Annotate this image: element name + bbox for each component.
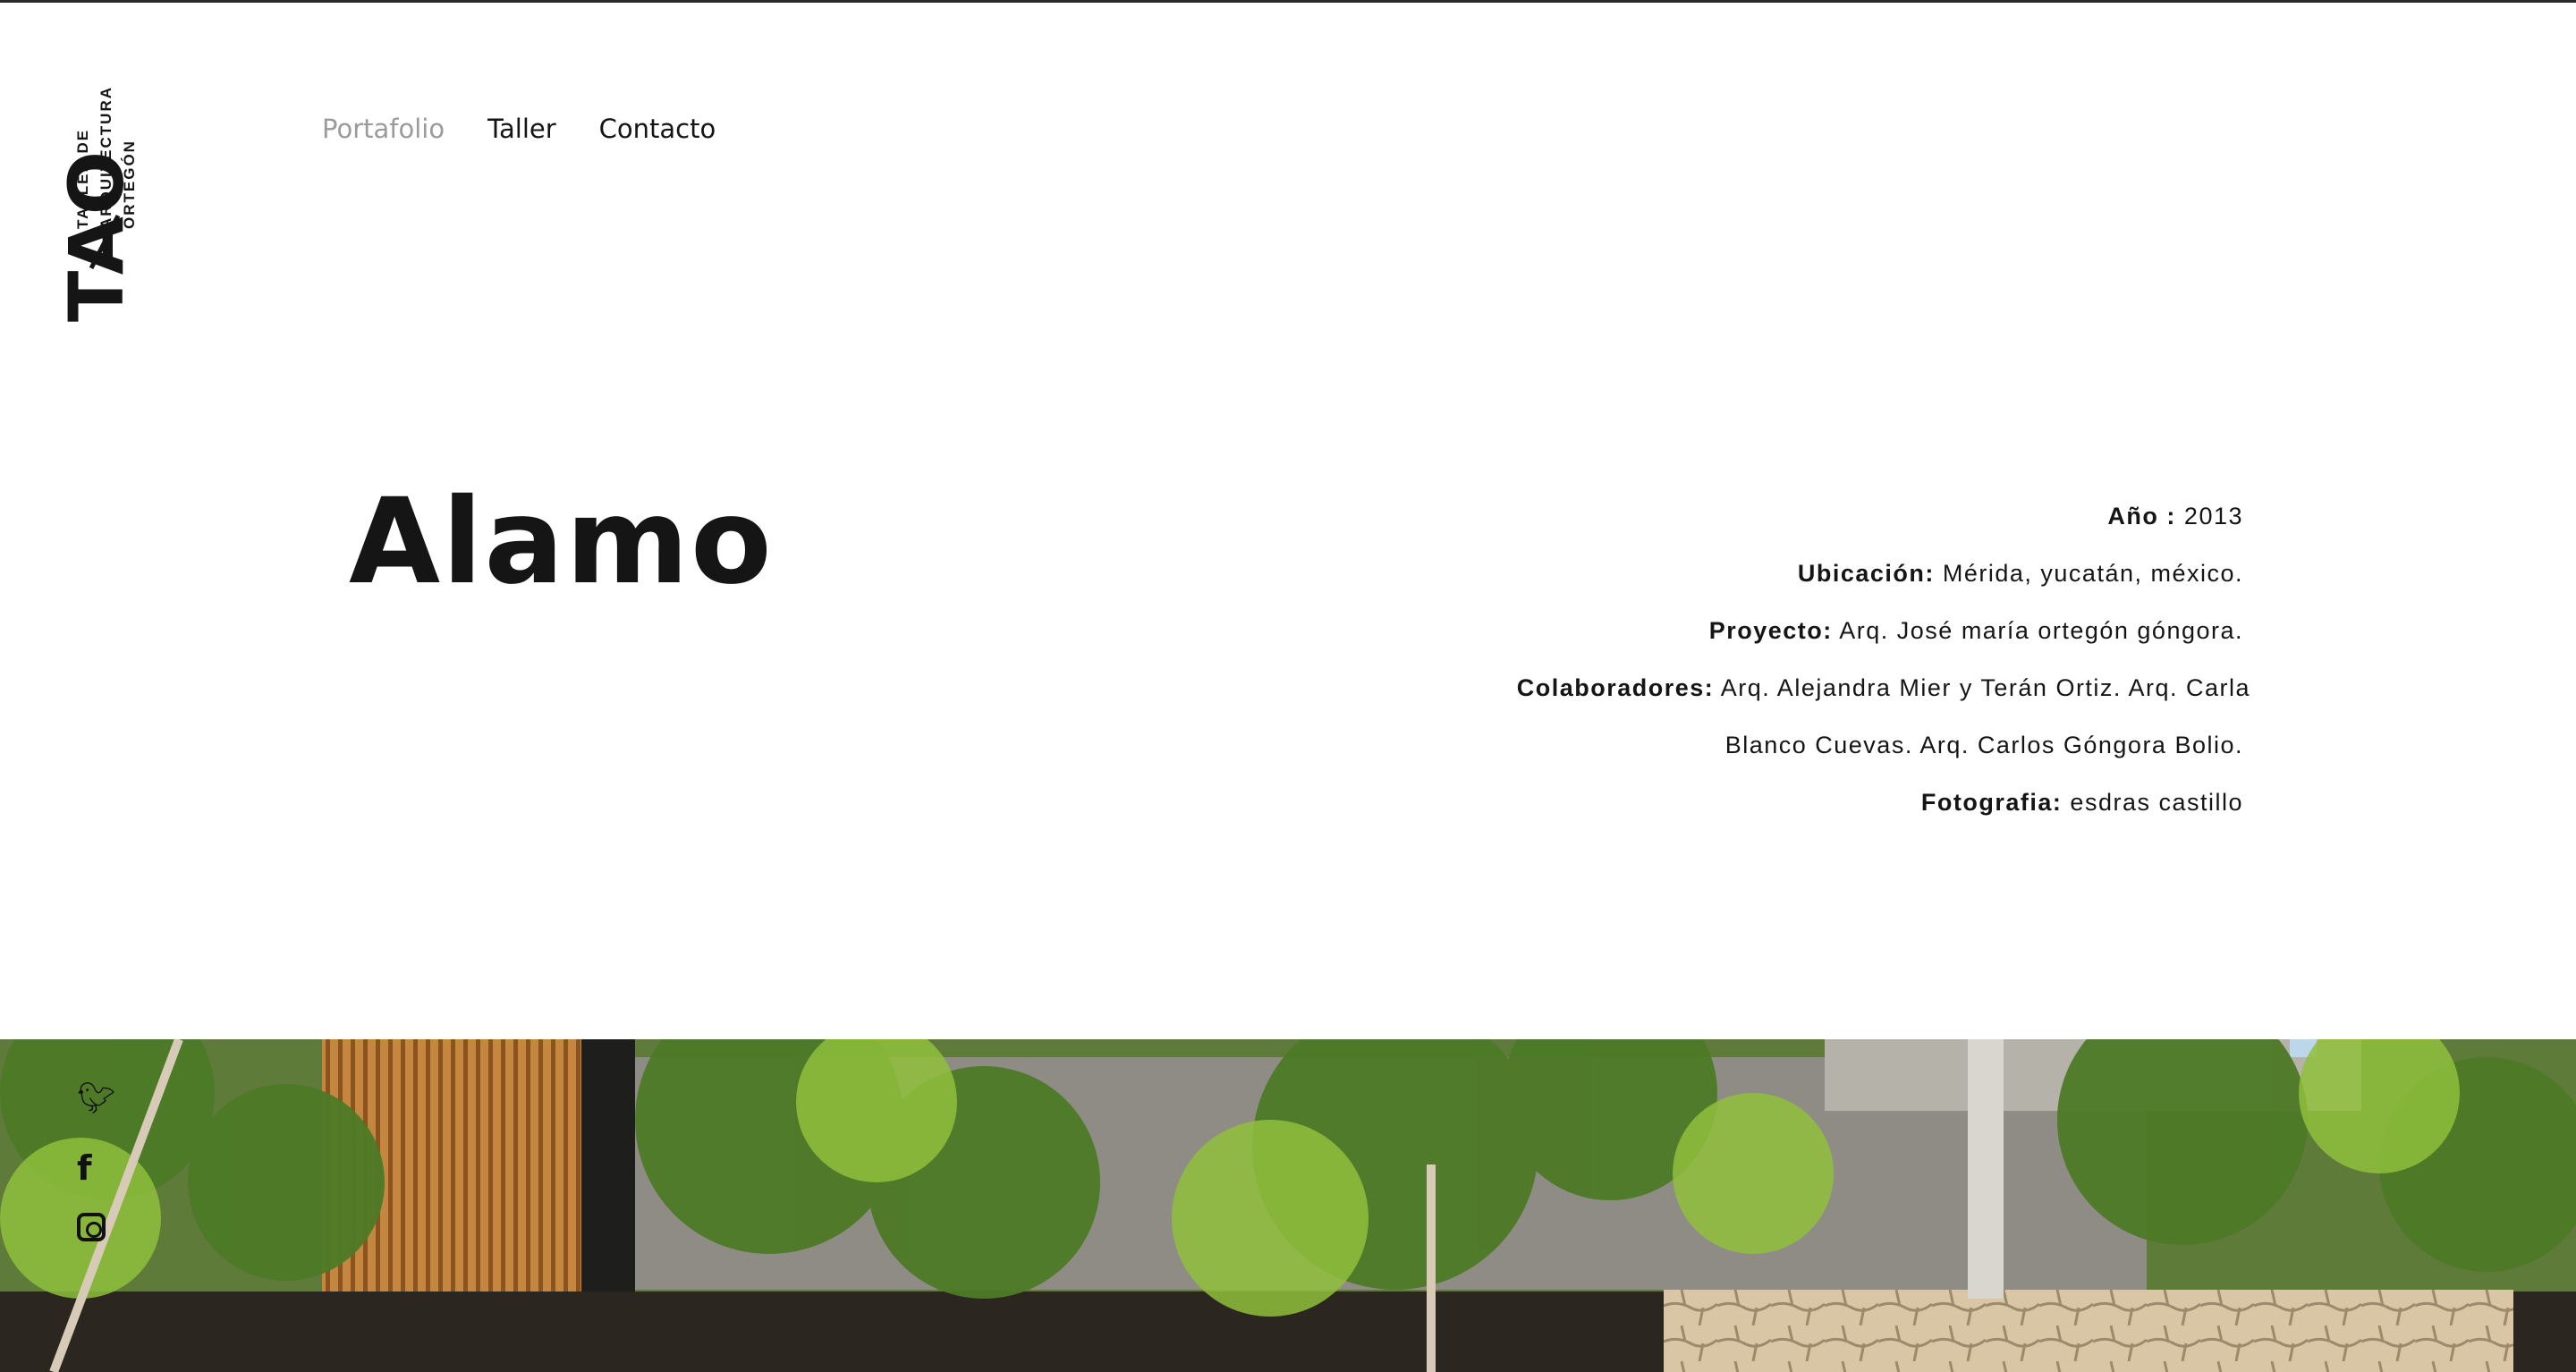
- hero-photo: [0, 1039, 2576, 1372]
- hero-photo-illustration: [0, 1039, 2576, 1372]
- logo-words: TALLER DE ARQUITECTURA ORTEGÓN: [72, 86, 141, 229]
- detail-location: Ubicación: Mérida, yucatán, méxico.: [1438, 545, 2243, 602]
- detail-location-value: Mérida, yucatán, méxico.: [1942, 560, 2243, 587]
- detail-year-label: Año :: [2107, 503, 2176, 529]
- site-logo[interactable]: TAO TALLER DE ARQUITECTURA ORTEGÓN: [53, 86, 145, 419]
- detail-year-value: 2013: [2183, 503, 2243, 529]
- detail-year: Año : 2013: [1438, 487, 2243, 545]
- nav-taller[interactable]: Taller: [487, 114, 556, 144]
- logo-word-1: TALLER DE: [74, 128, 91, 229]
- top-border: [0, 0, 2576, 3]
- logo-word-2: ARQUITECTURA: [97, 86, 114, 229]
- twitter-icon[interactable]: 🐦︎: [77, 1080, 115, 1116]
- nav-contacto[interactable]: Contacto: [599, 114, 716, 144]
- project-details: Año : 2013 Ubicación: Mérida, yucatán, m…: [1438, 487, 2250, 831]
- detail-photo: Fotografia: esdras castillo: [1438, 774, 2243, 831]
- nav-portafolio[interactable]: Portafolio: [322, 114, 445, 144]
- detail-project: Proyecto: Arq. José maría ortegón góngor…: [1438, 602, 2243, 659]
- detail-collaborators: Colaboradores: Arq. Alejandra Mier y Ter…: [1438, 659, 2250, 716]
- detail-collab-label: Colaboradores:: [1516, 674, 1715, 701]
- facebook-icon[interactable]: f: [77, 1148, 92, 1188]
- logo-word-3: ORTEGÓN: [121, 140, 138, 229]
- detail-collaborators-cont: Blanco Cuevas. Arq. Carlos Góngora Bolio…: [1438, 716, 2243, 774]
- detail-collab-value-2: Blanco Cuevas. Arq. Carlos Góngora Bolio…: [1724, 732, 2243, 758]
- detail-photo-value: esdras castillo: [2070, 789, 2243, 816]
- detail-project-label: Proyecto:: [1708, 617, 1833, 644]
- main-nav: Portafolio Taller Contacto: [322, 114, 716, 144]
- detail-location-label: Ubicación:: [1797, 560, 1935, 587]
- project-title: Alamo: [349, 473, 774, 611]
- detail-photo-label: Fotografia:: [1920, 789, 2063, 816]
- detail-project-value: Arq. José maría ortegón góngora.: [1839, 617, 2243, 644]
- detail-collab-value-1: Arq. Alejandra Mier y Terán Ortiz. Arq. …: [1720, 674, 2250, 701]
- instagram-icon[interactable]: [77, 1213, 106, 1241]
